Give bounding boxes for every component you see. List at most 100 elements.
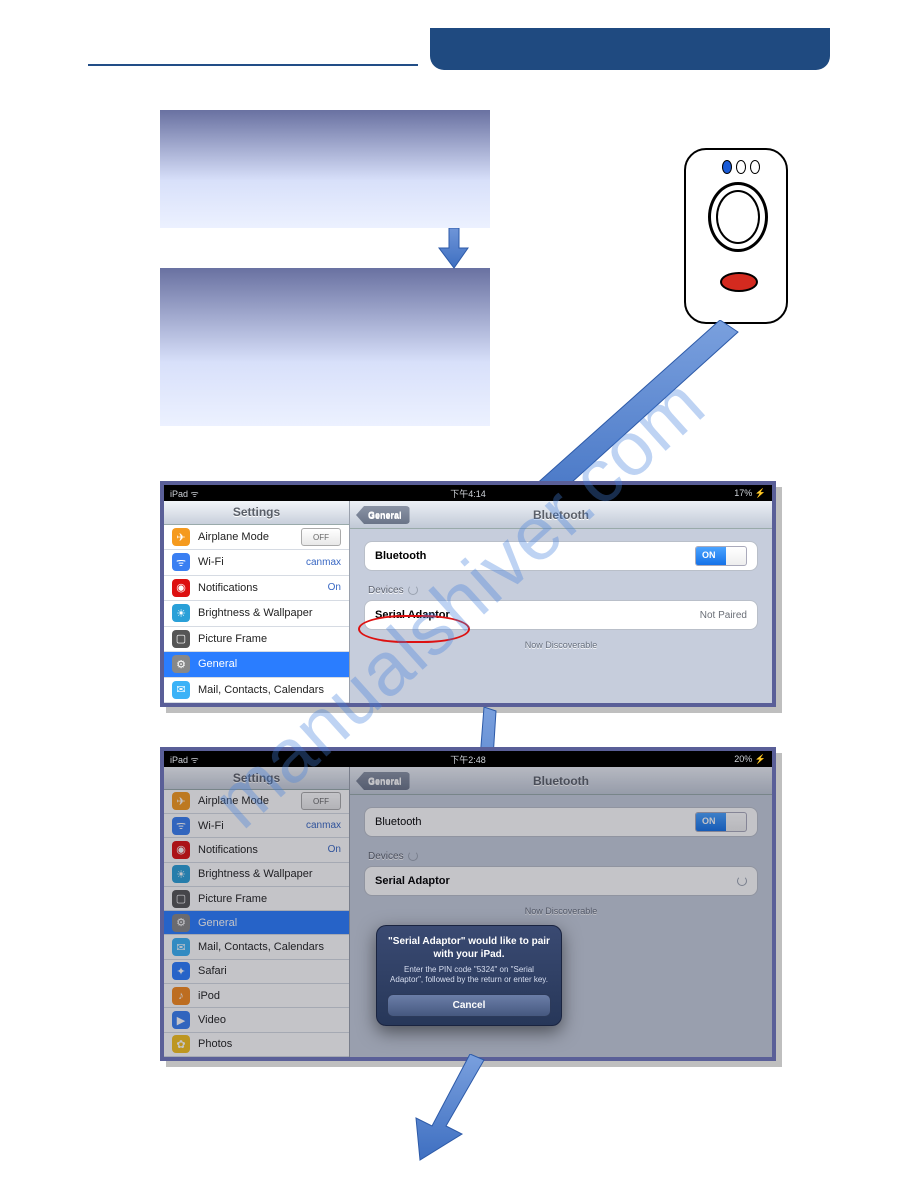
scan-ring-icon bbox=[708, 182, 768, 252]
wifi-value: canmax bbox=[306, 557, 341, 568]
discoverable-text: Now Discoverable bbox=[350, 634, 772, 650]
sidebar-item-label: Wi-Fi bbox=[198, 556, 224, 568]
detail-header: General Bluetooth bbox=[350, 501, 772, 529]
detail-title: Bluetooth bbox=[533, 508, 589, 522]
sidebar-item-safari[interactable]: ✦ Safari bbox=[164, 960, 349, 984]
wifi-icon: ᯤ bbox=[172, 817, 190, 835]
sidebar-item-ipod[interactable]: ♪iPod bbox=[164, 984, 349, 1008]
device-status: Not Paired bbox=[700, 610, 747, 621]
mail-icon: ✉ bbox=[172, 681, 190, 699]
bluetooth-label: Bluetooth bbox=[375, 816, 421, 828]
sidebar-item-label: Photos bbox=[198, 1038, 232, 1050]
trigger-button-icon bbox=[720, 272, 758, 292]
status-battery: 20% ⚡ bbox=[734, 754, 766, 765]
header-tab bbox=[430, 28, 830, 70]
status-left: iPad ᯤ bbox=[170, 487, 199, 500]
sidebar-item-label: Notifications bbox=[198, 844, 258, 856]
photos-icon: ✿ bbox=[172, 1035, 190, 1053]
spinner-icon bbox=[408, 585, 418, 595]
dialog-body: Enter the PIN code "5324" on "Serial Ada… bbox=[387, 965, 551, 986]
status-left: iPad ᯤ bbox=[170, 753, 199, 766]
sidebar-item-label: Notifications bbox=[198, 582, 258, 594]
led-icon bbox=[736, 160, 746, 174]
sidebar-title: Settings bbox=[164, 501, 349, 525]
sidebar-item-brightness[interactable]: ☀ Brightness & Wallpaper bbox=[164, 601, 349, 626]
sidebar-item-label: Wi-Fi bbox=[198, 820, 224, 832]
barcode-placeholder-2 bbox=[160, 268, 490, 426]
page-header bbox=[88, 28, 830, 68]
sidebar-item-photos[interactable]: ✿ Photos bbox=[164, 1033, 349, 1057]
wifi-value: canmax bbox=[306, 820, 341, 831]
device-name: Serial Adaptor bbox=[375, 875, 450, 887]
sidebar-item-video[interactable]: ▶ Video bbox=[164, 1008, 349, 1032]
gear-icon: ⚙ bbox=[172, 655, 190, 673]
bluetooth-label: Bluetooth bbox=[375, 550, 426, 562]
airplane-icon: ✈ bbox=[172, 528, 190, 546]
back-button[interactable]: General bbox=[356, 772, 410, 790]
notifications-icon: ◉ bbox=[172, 841, 190, 859]
sidebar-item-airplane[interactable]: ✈ Airplane Mode OFF bbox=[164, 525, 349, 550]
notif-value: On bbox=[328, 844, 341, 855]
status-bar: iPad ᯤ 下午2:48 20% ⚡ bbox=[164, 751, 772, 767]
sidebar-item-label: Mail, Contacts, Calendars bbox=[198, 941, 324, 953]
sidebar-item-notifications[interactable]: ◉ Notifications On bbox=[164, 838, 349, 862]
airplane-toggle[interactable]: OFF bbox=[301, 528, 341, 546]
airplane-icon: ✈ bbox=[172, 792, 190, 810]
sidebar-item-label: Picture Frame bbox=[198, 633, 267, 645]
sidebar-item-wifi[interactable]: ᯤ Wi-Fi canmax bbox=[164, 550, 349, 575]
sidebar-item-mail[interactable]: ✉ Mail, Contacts, Calendars bbox=[164, 678, 349, 703]
picture-frame-icon: ▢ bbox=[172, 630, 190, 648]
settings-sidebar: Settings ✈Airplane ModeOFF ᯤWi-Ficanmax … bbox=[164, 767, 350, 1057]
cancel-button[interactable]: Cancel bbox=[387, 994, 551, 1017]
led-icon bbox=[750, 160, 760, 174]
bluetooth-switch[interactable]: ON bbox=[695, 546, 747, 566]
safari-icon: ✦ bbox=[172, 962, 190, 980]
sidebar-item-general[interactable]: ⚙ General bbox=[164, 652, 349, 677]
video-icon: ▶ bbox=[172, 1011, 190, 1029]
header-underline bbox=[88, 64, 418, 66]
led-blue-icon bbox=[722, 160, 732, 174]
sidebar-item-label: Brightness & Wallpaper bbox=[198, 607, 313, 619]
sidebar-item-picture-frame[interactable]: ▢ Picture Frame bbox=[164, 887, 349, 911]
barcode-placeholder-1 bbox=[160, 110, 490, 228]
detail-header: General Bluetooth bbox=[350, 767, 772, 795]
spinner-icon bbox=[737, 876, 747, 886]
status-battery: 17% ⚡ bbox=[734, 488, 766, 499]
sidebar-item-label: Video bbox=[198, 1014, 226, 1026]
back-button[interactable]: General bbox=[356, 506, 410, 524]
sidebar-item-label: Brightness & Wallpaper bbox=[198, 868, 313, 880]
device-row-serial-adaptor[interactable]: Serial Adaptor Not Paired bbox=[364, 600, 758, 630]
device-row-serial-adaptor[interactable]: Serial Adaptor bbox=[364, 866, 758, 896]
screenshot-pairing-dialog: iPad ᯤ 下午2:48 20% ⚡ Settings ✈Airplane M… bbox=[160, 747, 776, 1061]
sidebar-item-mail[interactable]: ✉Mail, Contacts, Calendars bbox=[164, 935, 349, 959]
picture-frame-icon: ▢ bbox=[172, 890, 190, 908]
sidebar-item-general[interactable]: ⚙General bbox=[164, 911, 349, 935]
bluetooth-toggle-row[interactable]: Bluetooth ON bbox=[364, 807, 758, 837]
sidebar-item-label: Airplane Mode bbox=[198, 531, 269, 543]
sidebar-item-wifi[interactable]: ᯤ Wi-Fi canmax bbox=[164, 814, 349, 838]
bluetooth-toggle-row[interactable]: Bluetooth ON bbox=[364, 541, 758, 571]
sidebar-item-label: Mail, Contacts, Calendars bbox=[198, 684, 324, 696]
status-time: 下午4:14 bbox=[450, 487, 486, 500]
notif-value: On bbox=[328, 582, 341, 593]
sidebar-item-label: Picture Frame bbox=[198, 893, 267, 905]
detail-title: Bluetooth bbox=[533, 774, 589, 788]
sidebar-item-label: Safari bbox=[198, 965, 227, 977]
sidebar-item-airplane[interactable]: ✈Airplane ModeOFF bbox=[164, 790, 349, 814]
status-bar: iPad ᯤ 下午4:14 17% ⚡ bbox=[164, 485, 772, 501]
devices-section-label: Devices bbox=[350, 841, 772, 866]
arrow-down-icon bbox=[438, 228, 470, 270]
detail-pane: General Bluetooth Bluetooth ON Devices S… bbox=[350, 501, 772, 703]
sidebar-item-notifications[interactable]: ◉ Notifications On bbox=[164, 576, 349, 601]
scanner-device-diagram bbox=[684, 148, 788, 324]
spinner-icon bbox=[408, 851, 418, 861]
sidebar-item-picture-frame[interactable]: ▢ Picture Frame bbox=[164, 627, 349, 652]
brightness-icon: ☀ bbox=[172, 865, 190, 883]
sidebar-item-label: General bbox=[198, 658, 237, 670]
ipod-icon: ♪ bbox=[172, 987, 190, 1005]
arrow-down-icon bbox=[410, 1054, 500, 1164]
bluetooth-switch[interactable]: ON bbox=[695, 812, 747, 832]
airplane-toggle[interactable]: OFF bbox=[301, 792, 341, 810]
sidebar-item-brightness[interactable]: ☀ Brightness & Wallpaper bbox=[164, 863, 349, 887]
sidebar-title: Settings bbox=[164, 767, 349, 790]
